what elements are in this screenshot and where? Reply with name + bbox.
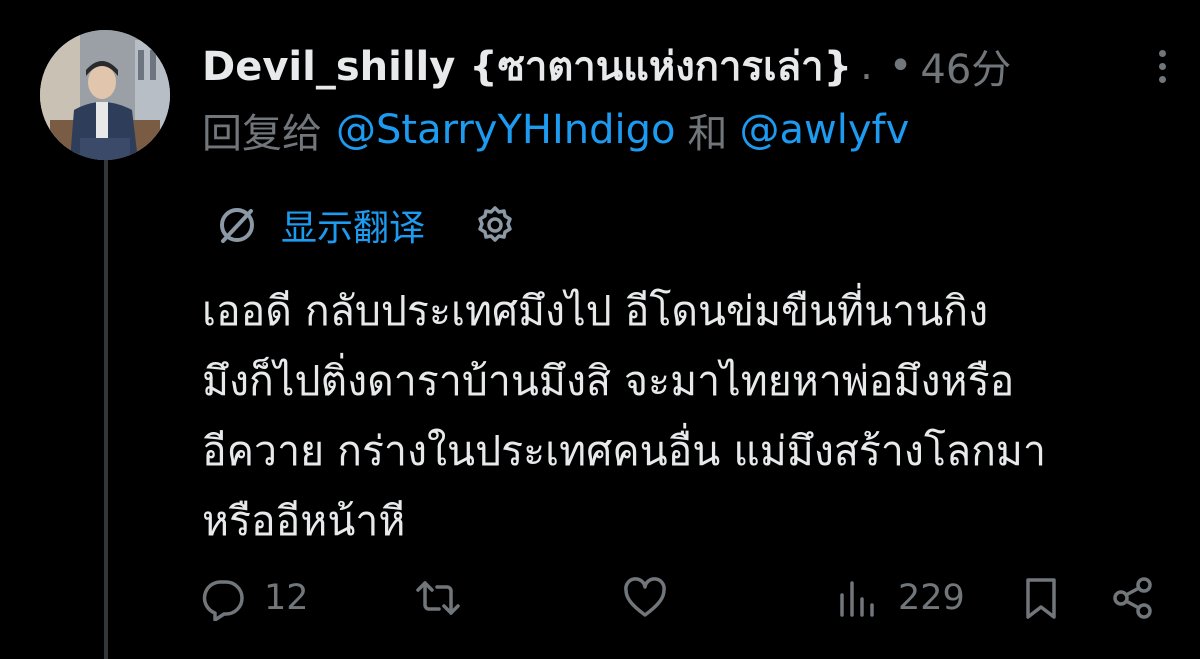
timestamp[interactable]: 46分 <box>920 37 1011 95</box>
mention-link[interactable]: @awlyfv <box>739 107 909 153</box>
tweet-text-line: เออดี กลับประเทศมึงไป อีโดนข่มขืนที่นานก… <box>202 287 989 335</box>
bookmark-button[interactable] <box>1018 570 1064 626</box>
reply-context: 回复给 @StarryYHIndigo 和 @awlyfv <box>202 102 909 158</box>
thread-line <box>104 150 108 659</box>
tweet-text: เออดี กลับประเทศมึงไป อีโดนข่มขืนที่นานก… <box>202 276 1182 556</box>
action-bar: 12 229 <box>200 570 1170 626</box>
avatar-photo <box>40 30 170 160</box>
tweet-header: Devil_shilly {ซาตานแห่งการเล่า} . • 46分 <box>202 36 1192 96</box>
views-button[interactable]: 229 <box>834 570 965 626</box>
avatar[interactable] <box>40 30 170 160</box>
reply-prefix: 回复给 <box>202 111 322 157</box>
heart-icon <box>624 577 666 617</box>
display-name[interactable]: Devil_shilly {ซาตานแห่งการเล่า} <box>202 34 852 98</box>
speech-bubble-icon <box>202 580 244 621</box>
translate-bar: 显示翻译 <box>215 198 517 252</box>
like-button[interactable] <box>622 570 686 626</box>
reply-count: 12 <box>264 578 309 618</box>
retweet-icon <box>416 581 460 615</box>
name-ellipsis: . <box>860 43 873 89</box>
bookmark-icon <box>1026 578 1056 619</box>
tweet-text-line: หรืออีหน้าหี <box>202 497 406 545</box>
retweet-button[interactable] <box>415 570 479 626</box>
gear-icon[interactable] <box>473 203 517 247</box>
reply-joiner: 和 <box>687 111 728 157</box>
bar-chart-icon <box>840 581 874 617</box>
translate-icon[interactable] <box>215 203 259 247</box>
separator-dot: • <box>888 43 913 89</box>
view-count: 229 <box>898 578 965 618</box>
mention-link[interactable]: @StarryYHIndigo <box>336 107 675 153</box>
share-icon <box>1113 577 1152 619</box>
tweet-text-line: มึงก็ไปติ่งดาราบ้านมึงสิ จะมาไทยหาพ่อมึง… <box>202 357 1015 405</box>
more-icon[interactable] <box>1142 44 1182 88</box>
show-translation-link[interactable]: 显示翻译 <box>281 199 425 251</box>
reply-button[interactable]: 12 <box>200 570 309 626</box>
tweet-text-line: อีควาย กร่างในประเทศคนอื่น แม่มึงสร้างโล… <box>202 427 1046 475</box>
share-button[interactable] <box>1110 570 1156 626</box>
